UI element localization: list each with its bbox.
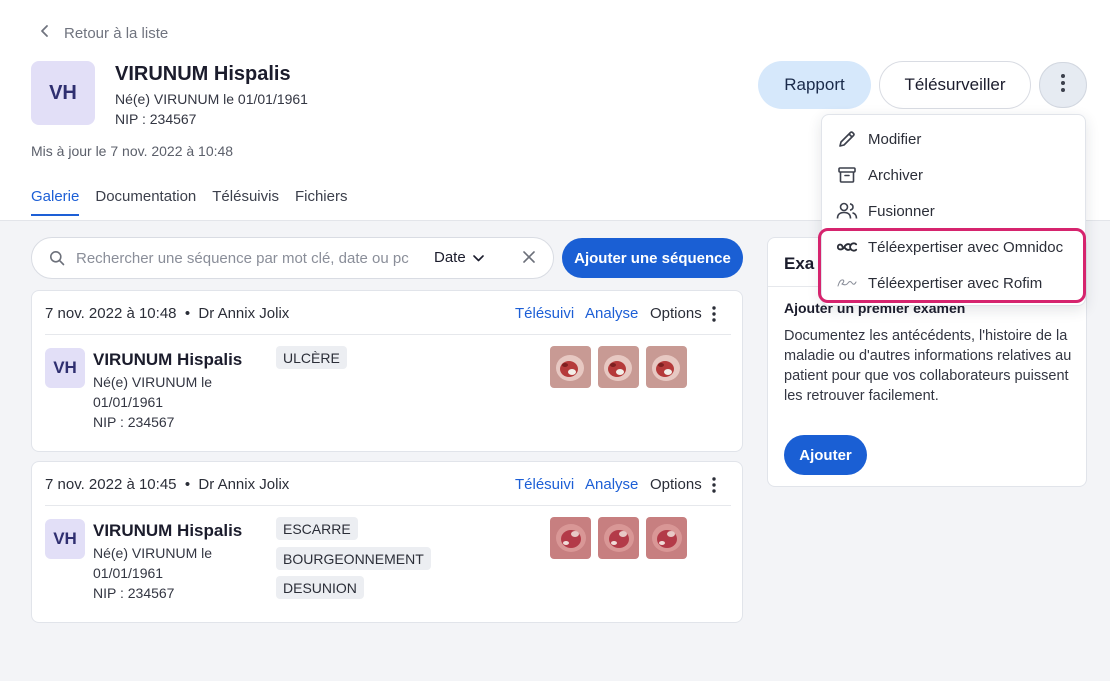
tab-telesuivis[interactable]: Télésuivis [212,188,279,216]
wound-image-thumbnail[interactable] [598,346,639,388]
analyse-link[interactable]: Analyse [585,305,638,322]
more-options-button[interactable] [1039,62,1087,108]
menu-item-rofim[interactable]: Téléexpertiser avec Rofim [836,269,1042,297]
tab-fichiers[interactable]: Fichiers [295,188,348,216]
patient-name: VIRUNUM Hispalis [115,63,291,85]
patient-birth-date: 01/01/1961 [93,565,164,581]
vertical-dots-icon[interactable] [712,306,716,327]
vertical-dots-icon [1060,73,1066,98]
exam-panel-title: Exa [784,254,815,273]
patient-birth-date: 01/01/1961 [93,394,164,410]
wound-image-thumbnail[interactable] [550,346,591,388]
search-input[interactable] [76,247,412,269]
pencil-icon [836,128,858,150]
rapport-button[interactable]: Rapport [758,61,871,109]
options-link[interactable]: Options [650,305,702,322]
patient-birth: Né(e) VIRUNUM le 01/01/1961 [115,91,308,107]
add-exam-button[interactable]: Ajouter [784,435,867,475]
avatar: VH [45,348,85,388]
telesurveiller-button[interactable]: Télésurveiller [879,61,1031,109]
clear-search-icon[interactable] [522,250,536,269]
wound-image-thumbnail[interactable] [550,517,591,559]
sequence-header: 7 nov. 2022 à 10:48 • Dr Annix Jolix [45,305,290,322]
menu-item-label: Archiver [868,166,924,184]
menu-item-label: Modifier [868,130,922,148]
analyse-link[interactable]: Analyse [585,476,638,493]
sequence-card: 7 nov. 2022 à 10:48 • Dr Annix Jolix Tél… [31,290,743,452]
menu-item-fusionner[interactable]: Fusionner [836,197,935,225]
patient-nip: NIP : 234567 [93,585,175,601]
back-link-label: Retour à la liste [64,24,169,42]
chevron-left-icon [38,24,52,42]
tab-bar: Galerie Documentation Télésuivis Fichier… [31,188,347,216]
rofim-logo-icon [836,272,858,294]
tag: ESCARRE [276,517,358,540]
wound-image-thumbnail[interactable] [598,517,639,559]
patient-nip: NIP : 234567 [93,414,175,430]
patient-nip: NIP : 234567 [115,111,197,127]
wound-image-thumbnail[interactable] [646,517,687,559]
wound-image-thumbnail[interactable] [646,346,687,388]
omnidoc-logo-icon [836,236,858,258]
menu-item-label: Téléexpertiser avec Rofim [868,274,1043,292]
search-icon [49,250,65,271]
tab-documentation[interactable]: Documentation [95,188,196,216]
tag: BOURGEONNEMENT [276,547,431,570]
users-icon [836,200,858,222]
add-sequence-button[interactable]: Ajouter une séquence [562,238,743,278]
chevron-down-icon [472,249,484,266]
options-link[interactable]: Options [650,476,702,493]
back-link[interactable]: Retour à la liste [38,24,168,42]
menu-item-modifier[interactable]: Modifier [836,125,921,153]
menu-item-archiver[interactable]: Archiver [836,161,923,189]
patient-birth: Né(e) VIRUNUM le [93,545,213,561]
divider [45,334,731,335]
sort-select[interactable]: Date [434,249,484,266]
options-menu: Modifier Archiver Fusionner Téléexpertis… [821,114,1086,306]
menu-item-label: Fusionner [868,202,935,220]
sequence-card: 7 nov. 2022 à 10:45 • Dr Annix Jolix Tél… [31,461,743,623]
divider [45,505,731,506]
menu-item-label: Téléexpertiser avec Omnidoc [868,238,1064,256]
patient-name: VIRUNUM Hispalis [93,350,243,369]
patient-name: VIRUNUM Hispalis [93,521,243,540]
telesuivi-link[interactable]: Télésuivi [515,305,574,322]
updated-at: Mis à jour le 7 nov. 2022 à 10:48 [31,143,234,159]
patient-avatar: VH [31,61,95,125]
sequence-header: 7 nov. 2022 à 10:45 • Dr Annix Jolix [45,476,290,493]
telesuivi-link[interactable]: Télésuivi [515,476,574,493]
sort-select-label: Date [434,249,466,266]
sequence-search-bar: Date [31,237,554,279]
tag: DESUNION [276,576,364,599]
tab-galerie[interactable]: Galerie [31,188,80,216]
tag: ULCÈRE [276,346,347,369]
avatar: VH [45,519,85,559]
patient-birth: Né(e) VIRUNUM le [93,374,213,390]
archive-icon [836,164,858,186]
menu-item-omnidoc[interactable]: Téléexpertiser avec Omnidoc [836,233,1063,261]
vertical-dots-icon[interactable] [712,477,716,498]
exam-panel-description: Documentez les antécédents, l'histoire d… [784,328,1072,404]
